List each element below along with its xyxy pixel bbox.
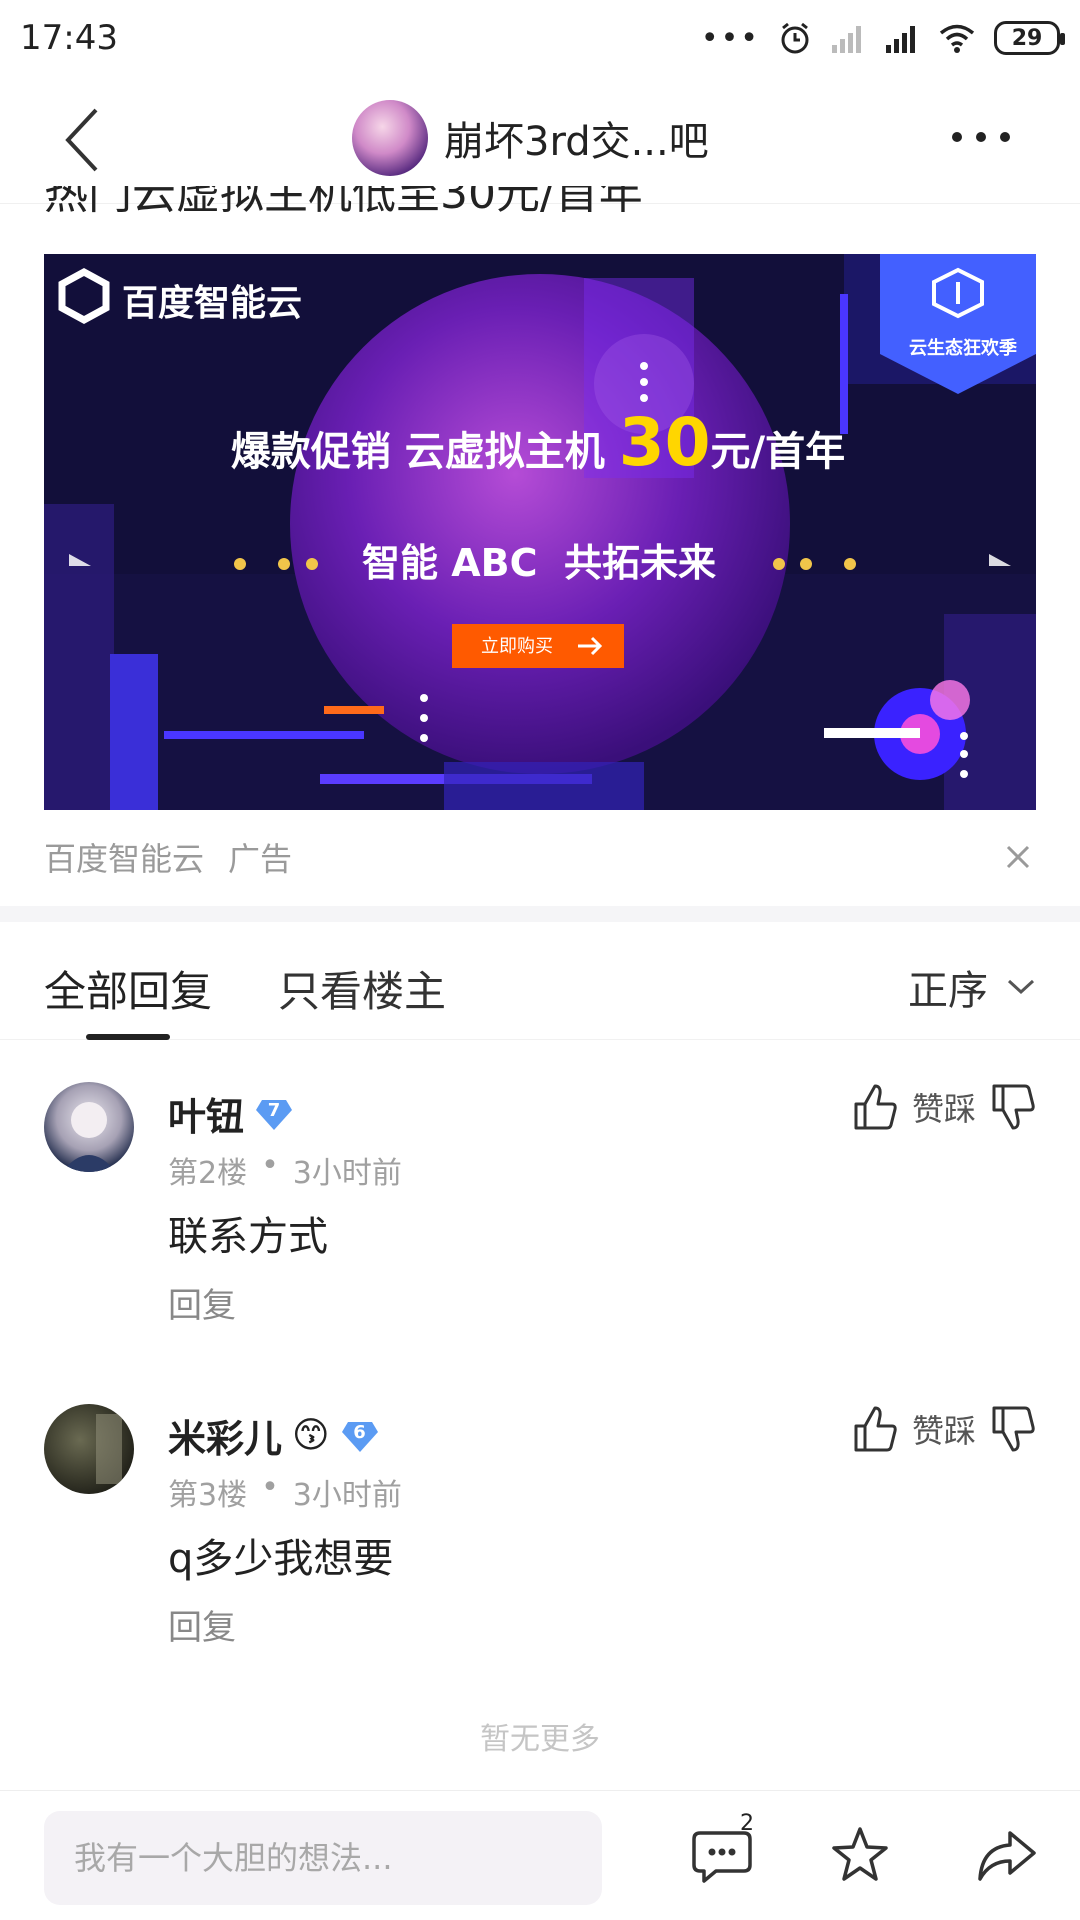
- reply-item: 米彩儿 😙 6 第3楼 • 3小时前 q多少我想要 回复 赞踩: [0, 1404, 1080, 1648]
- status-time: 17:43: [20, 18, 118, 58]
- thumbs-up-icon[interactable]: [852, 1404, 898, 1454]
- star-icon: [832, 1827, 888, 1881]
- ad-tag: 广告: [228, 840, 293, 878]
- ad-footer: 百度智能云 广告: [44, 832, 1036, 882]
- ad-main-line: 爆款促销 云虚拟主机 30元/首年: [230, 404, 846, 481]
- status-bar: 17:43 ••• 29: [0, 0, 1080, 76]
- favorite-button[interactable]: [828, 1823, 892, 1887]
- ad-brand: 百度智能云: [122, 283, 303, 324]
- avatar[interactable]: [44, 1082, 134, 1172]
- reply-content: 联系方式: [168, 1214, 328, 1260]
- reply-item: 叶钮 7 第2楼 • 3小时前 联系方式 回复 赞踩: [0, 1082, 1080, 1326]
- thumbs-down-icon[interactable]: [990, 1404, 1036, 1454]
- battery-icon: 29: [994, 21, 1065, 55]
- thumbs-up-icon[interactable]: [852, 1082, 898, 1132]
- forum-title: 崩坏3rd交...吧: [444, 119, 709, 165]
- author-emoji: 😙: [292, 1415, 330, 1456]
- vote-label: 赞踩: [911, 1090, 976, 1128]
- signal-weak-icon: [830, 18, 866, 58]
- ad-close-button[interactable]: [1000, 839, 1036, 875]
- vote-label: 赞踩: [911, 1412, 976, 1450]
- reply-content: q多少我想要: [168, 1536, 394, 1582]
- comment-count: 2: [740, 1811, 754, 1836]
- ad-price: 30: [618, 404, 711, 481]
- close-icon: [1006, 845, 1030, 869]
- meta-dot: •: [261, 1148, 279, 1183]
- back-button[interactable]: [56, 104, 116, 176]
- forum-header[interactable]: 崩坏3rd交...吧: [352, 100, 709, 176]
- reply-button[interactable]: 回复: [168, 1600, 236, 1649]
- vote-actions: 赞踩: [852, 1082, 1036, 1132]
- reply-author: 米彩儿 😙 6: [168, 1408, 380, 1463]
- floor-number: 第3楼: [168, 1478, 248, 1513]
- reply-meta: 第3楼 • 3小时前: [168, 1470, 402, 1514]
- chevron-down-icon: [1007, 979, 1035, 995]
- more-dots-icon: •••: [700, 20, 760, 56]
- more-dot: [1000, 132, 1010, 142]
- more-options-button[interactable]: [952, 132, 1010, 142]
- bottom-bar: 2: [0, 1790, 1080, 1920]
- reply-button[interactable]: 回复: [168, 1278, 236, 1327]
- reply-tabs: 全部回复 只看楼主 正序: [0, 922, 1080, 1040]
- ad-corner-tag: 云生态狂欢季: [909, 338, 1017, 359]
- author-name[interactable]: 叶钮: [168, 1086, 244, 1141]
- meta-dot: •: [261, 1470, 279, 1505]
- more-dot: [952, 132, 962, 142]
- ad-source: 百度智能云: [44, 840, 205, 878]
- status-icons: ••• 29: [700, 18, 1065, 58]
- tab-op-only[interactable]: 只看楼主: [278, 958, 446, 1019]
- tab-all-replies[interactable]: 全部回复: [44, 958, 212, 1019]
- share-arrow-icon: [978, 1831, 1036, 1881]
- reply-author: 叶钮 7: [168, 1086, 294, 1141]
- signal-icon: [884, 18, 920, 58]
- forum-avatar: [352, 100, 428, 176]
- ad-sub-line: 智能 ABC 共拓未来: [362, 541, 716, 585]
- alarm-icon: [778, 18, 812, 58]
- ad-banner[interactable]: 百度智能云 云生态狂欢季 爆款促销 云虚拟主机 30元/首年 智能 ABC 共拓…: [44, 254, 1036, 810]
- more-dot: [976, 132, 986, 142]
- no-more-text: 暂无更多: [480, 1722, 600, 1757]
- wifi-icon: [938, 18, 976, 58]
- share-button[interactable]: [974, 1823, 1038, 1887]
- active-tab-indicator: [86, 1034, 170, 1040]
- comment-input[interactable]: [74, 1839, 602, 1877]
- avatar[interactable]: [44, 1404, 134, 1494]
- section-divider: [0, 906, 1080, 922]
- author-name[interactable]: 米彩儿: [168, 1408, 282, 1463]
- vote-actions: 赞踩: [852, 1404, 1036, 1454]
- ad-cta-button[interactable]: 立即购买: [452, 632, 582, 658]
- level-badge: 7: [254, 1094, 294, 1134]
- back-arrow-icon: [65, 108, 98, 172]
- floor-number: 第2楼: [168, 1156, 248, 1191]
- nav-bar: 崩坏3rd交...吧: [0, 76, 1080, 204]
- sort-dropdown[interactable]: 正序: [908, 958, 1036, 1016]
- reply-time: 3小时前: [292, 1478, 402, 1513]
- comment-input-box[interactable]: [44, 1811, 602, 1905]
- sort-label: 正序: [908, 968, 988, 1014]
- thumbs-down-icon[interactable]: [990, 1082, 1036, 1132]
- ad-headline[interactable]: 热门云虚拟主机低至30元/首年: [44, 186, 643, 234]
- reply-time: 3小时前: [292, 1156, 402, 1191]
- reply-meta: 第2楼 • 3小时前: [168, 1148, 402, 1192]
- level-badge: 6: [340, 1416, 380, 1456]
